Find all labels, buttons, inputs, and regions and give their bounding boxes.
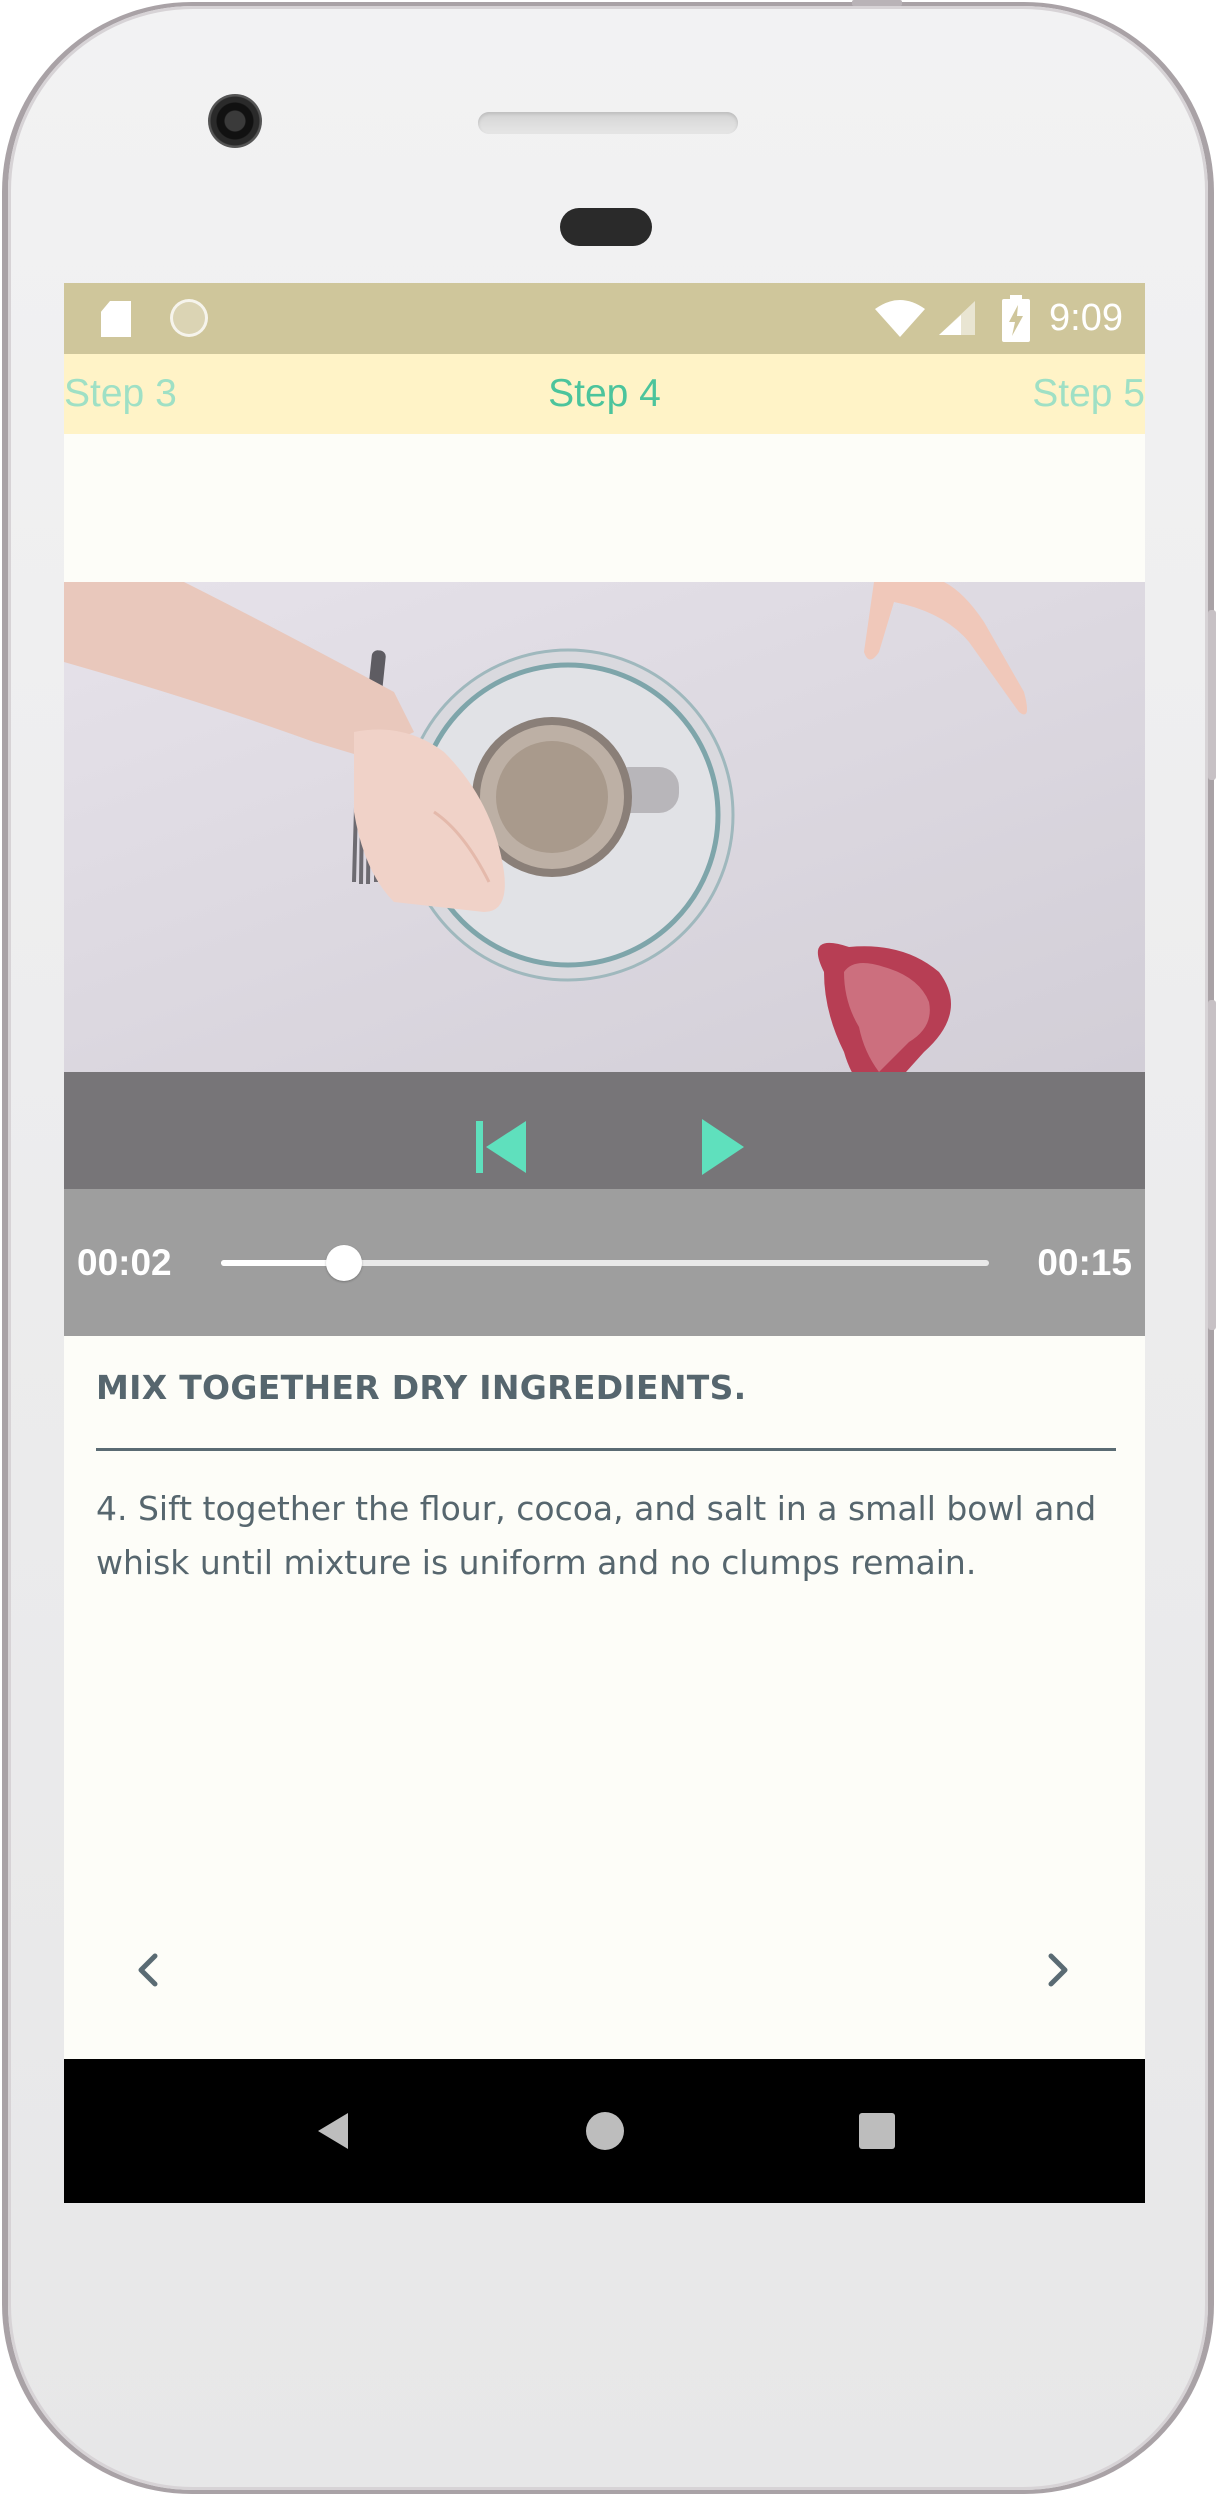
header-spacer <box>64 434 1145 582</box>
current-time: 00:02 <box>77 1242 172 1283</box>
video-frame[interactable] <box>64 582 1145 1072</box>
clock: 9:09 <box>1049 297 1123 339</box>
video-image <box>64 582 1028 1072</box>
skip-previous-icon <box>476 1121 526 1173</box>
tab-step-current[interactable]: Step 4 <box>64 354 1145 434</box>
seek-bar[interactable] <box>221 1245 989 1281</box>
recents-icon <box>859 2113 895 2149</box>
signal-icon <box>939 300 976 335</box>
chevron-left-icon <box>138 1953 158 1987</box>
play-button[interactable] <box>694 1119 754 1175</box>
tab-step-previous[interactable]: Step 3 <box>64 354 177 434</box>
front-camera <box>208 94 262 148</box>
previous-step-button[interactable] <box>121 1943 175 1997</box>
back-icon <box>318 2113 348 2149</box>
earpiece-speaker <box>478 112 738 134</box>
sync-icon <box>170 299 208 337</box>
duration: 00:15 <box>1037 1242 1132 1283</box>
home-icon <box>586 2112 624 2150</box>
next-step-button[interactable] <box>1031 1943 1085 1997</box>
battery-charging-icon <box>1002 294 1031 342</box>
volume-button <box>1208 1000 1216 1330</box>
back-button[interactable] <box>314 2111 354 2151</box>
top-button <box>852 0 902 6</box>
wifi-icon <box>875 299 926 337</box>
chevron-right-icon <box>1048 1953 1068 1987</box>
status-bar: 9:09 <box>64 283 1145 354</box>
home-button[interactable] <box>585 2111 625 2151</box>
status-indicators: 9:09 <box>873 283 1123 354</box>
play-icon <box>702 1119 744 1175</box>
proximity-sensor <box>560 208 652 246</box>
recents-button[interactable] <box>857 2111 897 2151</box>
side-button <box>1208 610 1216 780</box>
device-frame: 9:09 Step 4 Step 3 Step 5 00:02 00:15 MI… <box>0 0 1222 2498</box>
progress-bar: 00:02 00:15 <box>64 1189 1145 1336</box>
tab-step-next[interactable]: Step 5 <box>1032 354 1145 434</box>
step-tabs: Step 4 Step 3 Step 5 <box>64 354 1145 434</box>
system-nav-bar <box>64 2059 1145 2203</box>
app-screen: 9:09 Step 4 Step 3 Step 5 00:02 00:15 MI… <box>64 283 1145 2203</box>
sd-card-icon <box>101 301 131 337</box>
seek-thumb[interactable] <box>325 1245 362 1281</box>
divider <box>96 1448 1116 1451</box>
video-controls <box>64 1072 1145 1189</box>
step-title: MIX TOGETHER DRY INGREDIENTS. <box>96 1368 747 1407</box>
skip-previous-button[interactable] <box>472 1119 532 1175</box>
step-description: 4. Sift together the flour, cocoa, and s… <box>96 1489 1097 1582</box>
